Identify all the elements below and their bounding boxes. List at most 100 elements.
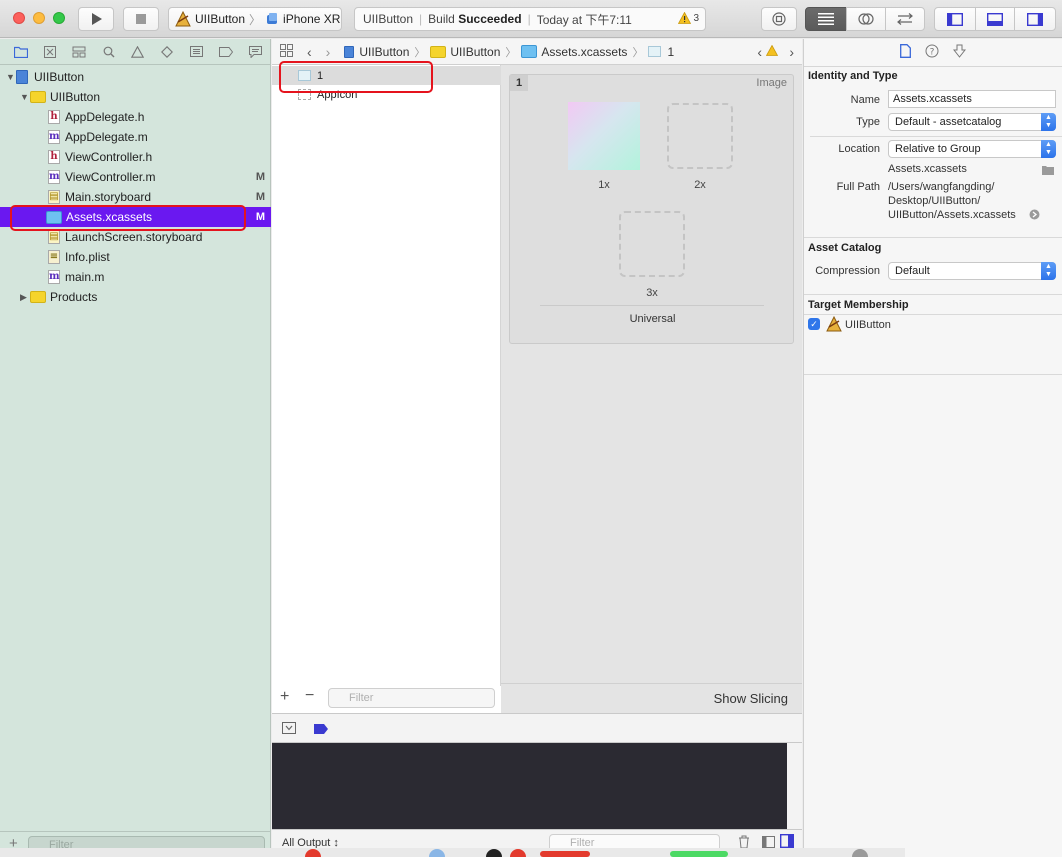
tree-item-file[interactable]: ≡ Info.plist xyxy=(0,247,271,267)
close-window-button[interactable] xyxy=(13,12,25,24)
remove-asset-button[interactable]: − xyxy=(305,687,314,705)
reveal-in-finder-icon[interactable] xyxy=(1029,209,1040,223)
editor-footer-divider xyxy=(501,683,802,684)
name-label: Name xyxy=(850,94,880,106)
breadcrumb-catalog[interactable]: Assets.xcassets xyxy=(521,45,627,59)
disclosure-closed-icon[interactable]: ▶ xyxy=(20,292,30,303)
tree-item-file[interactable]: m AppDelegate.m xyxy=(0,127,271,147)
full-path-value: /Users/wangfangding/ Desktop/UIIButton/ … xyxy=(888,180,1016,222)
image-slot-1x[interactable] xyxy=(568,102,640,170)
test-icon[interactable] xyxy=(153,42,182,62)
minimize-window-button[interactable] xyxy=(33,12,45,24)
folder-icon[interactable] xyxy=(6,42,35,62)
tree-item-project[interactable]: ▼ UIIButton xyxy=(0,67,271,87)
target-membership-checkbox[interactable]: ✓ xyxy=(808,318,820,330)
next-issue-icon[interactable]: › xyxy=(789,44,794,60)
toggle-inspector-button[interactable] xyxy=(1014,7,1056,31)
symbol-icon[interactable] xyxy=(65,42,94,62)
tree-item-file[interactable]: m ViewController.m M xyxy=(0,167,271,187)
breadcrumb-imageset[interactable]: 1 xyxy=(648,45,674,59)
issue-icon[interactable] xyxy=(123,42,152,62)
full-path-line: /Users/wangfangding/ xyxy=(888,181,995,193)
source-control-icon[interactable] xyxy=(35,42,64,62)
tree-item-file[interactable]: m main.m xyxy=(0,267,271,287)
identity-section-title: Identity and Type xyxy=(808,70,898,82)
assistant-editor-button[interactable] xyxy=(846,7,886,31)
console-output[interactable] xyxy=(272,743,787,829)
asset-item-label: 1 xyxy=(317,69,324,82)
debug-icon[interactable] xyxy=(182,42,211,62)
image-set-editor: 1 Image 1x 2x 3x Universal Show Slicing xyxy=(501,65,802,713)
search-icon[interactable] xyxy=(94,42,123,62)
warning-indicator[interactable]: 3 xyxy=(678,12,699,24)
console-scrollbar[interactable] xyxy=(787,743,802,829)
image-slot-3x[interactable] xyxy=(619,211,685,277)
tree-item-file[interactable]: ▤ Main.storyboard M xyxy=(0,187,271,207)
previous-issue-icon[interactable]: ‹ xyxy=(757,44,762,60)
status-divider: | xyxy=(419,12,423,26)
editor-lines-button[interactable] xyxy=(805,7,847,31)
toggle-debug-area-button[interactable] xyxy=(975,7,1015,31)
report-icon[interactable] xyxy=(241,42,270,62)
tree-item-file[interactable]: h ViewController.h xyxy=(0,147,271,167)
back-icon[interactable]: ‹ xyxy=(307,44,312,60)
compression-popup[interactable]: Default ▲ ▼ xyxy=(888,262,1056,280)
breakpoints-toggle-icon[interactable] xyxy=(314,723,328,737)
name-field[interactable]: Assets.xcassets xyxy=(888,90,1056,108)
asset-item-selected[interactable]: 1 xyxy=(272,66,501,85)
jump-bar: ‹ › UIIButton 〉 UIIButton 〉 Assets.xcass… xyxy=(272,39,802,65)
target-membership-section-title: Target Membership xyxy=(808,299,909,311)
toggle-navigator-button[interactable] xyxy=(934,7,976,31)
image-slot-2x[interactable] xyxy=(667,103,733,169)
zoom-window-button[interactable] xyxy=(53,12,65,24)
add-asset-button[interactable]: + xyxy=(280,688,289,706)
hide-debug-area-icon[interactable] xyxy=(282,722,296,737)
breakpoint-icon[interactable] xyxy=(211,42,240,62)
quick-help-icon[interactable]: ? xyxy=(925,44,939,61)
tree-item-group[interactable]: ▶ Products xyxy=(0,287,271,307)
tree-item-file[interactable]: h AppDelegate.h xyxy=(0,107,271,127)
section-divider xyxy=(804,294,1062,295)
image-set-name: 1 xyxy=(510,75,528,91)
rings-icon xyxy=(858,13,874,25)
type-popup[interactable]: Default - assetcatalog ▲ ▼ xyxy=(888,113,1056,131)
version-editor-button[interactable] xyxy=(885,7,925,31)
related-items-icon[interactable] xyxy=(280,43,293,60)
warning-icon[interactable] xyxy=(765,44,779,59)
disclosure-open-icon[interactable]: ▼ xyxy=(6,72,16,82)
stop-button[interactable] xyxy=(123,7,159,31)
file-inspector-icon[interactable] xyxy=(900,44,911,61)
folder-icon[interactable] xyxy=(1042,164,1054,178)
asset-item[interactable]: AppIcon xyxy=(272,85,501,104)
breadcrumb-label: Assets.xcassets xyxy=(541,44,628,59)
inspector-tabs: ? xyxy=(804,39,1062,67)
breadcrumb-chevron-icon: 〉 xyxy=(632,46,644,59)
run-button[interactable] xyxy=(78,7,114,31)
asset-list: 1 AppIcon xyxy=(272,65,501,713)
storyboard-file-icon: ▤ xyxy=(48,230,60,244)
status-project: UIIButton xyxy=(363,12,414,26)
status-build: Build xyxy=(428,12,455,26)
tree-item-label: AppDelegate.m xyxy=(65,130,148,144)
breadcrumb-label: UIIButton xyxy=(450,44,501,59)
show-slicing-button[interactable]: Show Slicing xyxy=(714,691,788,706)
breadcrumb-project[interactable]: UIIButton xyxy=(344,45,409,59)
forward-icon[interactable]: › xyxy=(326,44,331,60)
target-icon xyxy=(772,12,786,26)
standard-editor-button[interactable] xyxy=(761,7,797,31)
tree-item-group[interactable]: ▼ UIIButton xyxy=(0,87,271,107)
tree-item-file[interactable]: ▤ LaunchScreen.storyboard xyxy=(0,227,271,247)
breadcrumb-group[interactable]: UIIButton xyxy=(430,45,500,59)
tree-item-file-selected[interactable]: Assets.xcassets M xyxy=(0,207,271,227)
modified-badge: M xyxy=(255,211,265,223)
scheme-selector[interactable]: UIIButton 〉 iPhone XR xyxy=(168,7,342,31)
play-icon xyxy=(92,13,102,25)
asset-filter-input[interactable]: Filter xyxy=(328,688,495,708)
header-file-icon: h xyxy=(48,110,60,124)
history-icon[interactable] xyxy=(952,44,967,61)
scheme-separator: 〉 xyxy=(249,12,262,27)
disclosure-open-icon[interactable]: ▼ xyxy=(20,92,30,102)
location-popup[interactable]: Relative to Group ▲ ▼ xyxy=(888,140,1056,158)
asset-item-label: AppIcon xyxy=(317,88,358,101)
stop-icon xyxy=(136,14,146,24)
